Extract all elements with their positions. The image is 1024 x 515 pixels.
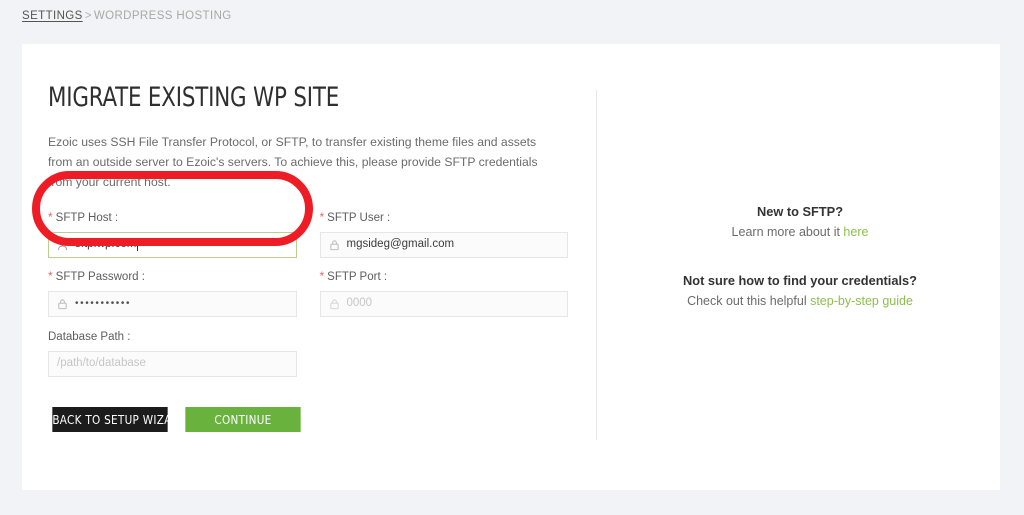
page-title: MIGRATE EXISTING WP SITE bbox=[48, 82, 340, 113]
sftp-port-input[interactable]: 0000 bbox=[319, 291, 568, 317]
breadcrumb-link-settings[interactable]: SETTINGS bbox=[22, 10, 83, 22]
field-spacer bbox=[320, 331, 569, 377]
help-title-new-to-sftp: New to SFTP? bbox=[756, 204, 844, 219]
page-description: Ezoic uses SSH File Transfer Protocol, o… bbox=[48, 135, 538, 189]
database-path-input[interactable]: /path/to/database bbox=[48, 351, 297, 377]
help-text-prefix: Check out this helpful bbox=[687, 294, 811, 308]
field-sftp-password: * SFTP Password : ••••••••••• bbox=[48, 269, 297, 317]
help-block-new-to-sftp: New to SFTP? Learn more about it here bbox=[622, 204, 978, 239]
required-asterisk-icon: * bbox=[319, 269, 325, 283]
field-sftp-port: * SFTP Port : 0000 bbox=[319, 269, 569, 317]
form-row: * SFTP Password : ••••••••••• * SFTP Port … bbox=[48, 269, 568, 317]
lock-icon bbox=[329, 299, 339, 310]
step-by-step-guide-link[interactable]: step-by-step guide bbox=[810, 294, 913, 308]
text-cursor bbox=[137, 239, 139, 251]
learn-more-here-link[interactable]: here bbox=[843, 225, 868, 239]
sftp-password-value: ••••••••••• bbox=[75, 298, 132, 309]
field-sftp-user: * SFTP User : mgsideg@gmail.com bbox=[319, 210, 569, 258]
sftp-port-label: * SFTP Port : bbox=[320, 269, 569, 283]
sftp-password-label: * SFTP Password : bbox=[48, 269, 297, 283]
sftp-user-label: * SFTP User : bbox=[320, 210, 569, 224]
sftp-password-label-text: SFTP Password : bbox=[55, 271, 145, 283]
breadcrumb: SETTINGS > WORDPRESS HOSTING bbox=[22, 10, 232, 22]
form-row: *SFTP Host : sftp.wp.com *SFTP User : bbox=[48, 210, 568, 258]
back-to-setup-wizard-button[interactable]: BACK TO SETUP WIZARD bbox=[52, 407, 187, 432]
sftp-host-label: * SFTP Host : bbox=[48, 210, 297, 224]
sftp-user-label-text: SFTP User : bbox=[327, 212, 391, 224]
content-card: MIGRATE EXISTING WP SITE Ezoic uses SSH … bbox=[22, 44, 1000, 490]
sftp-port-placeholder: 0000 bbox=[346, 297, 373, 310]
form-row: Database Path : /path/to/database bbox=[48, 331, 568, 377]
help-text-new-to-sftp: Learn more about it here bbox=[622, 225, 978, 239]
form-actions: BACK TO SETUP WIZARD CONTINUE bbox=[48, 407, 568, 432]
breadcrumb-current-wordpress-hosting: WORDPRESS HOSTING bbox=[93, 10, 232, 22]
sftp-user-value: mgsideg@gmail.com bbox=[346, 238, 455, 251]
user-icon bbox=[58, 239, 67, 251]
database-path-label: Database Path : bbox=[48, 331, 131, 343]
breadcrumb-separator: > bbox=[84, 10, 92, 22]
sftp-password-input[interactable]: ••••••••••• bbox=[48, 291, 297, 317]
help-block-find-credentials: Not sure how to find your credentials? C… bbox=[622, 273, 978, 308]
help-pane: New to SFTP? Learn more about it here No… bbox=[622, 204, 978, 308]
field-database-path: Database Path : /path/to/database bbox=[48, 331, 297, 377]
sftp-port-label-text: SFTP Port : bbox=[327, 271, 388, 283]
help-title-find-credentials: Not sure how to find your credentials? bbox=[683, 273, 917, 288]
vertical-divider bbox=[596, 90, 597, 440]
help-text-prefix: Learn more about it bbox=[731, 225, 844, 239]
sftp-credentials-form: *SFTP Host : sftp.wp.com *SFTP User : bbox=[48, 210, 568, 432]
help-text-find-credentials: Check out this helpful step-by-step guid… bbox=[622, 294, 978, 308]
sftp-user-input[interactable]: mgsideg@gmail.com bbox=[319, 232, 568, 258]
continue-button[interactable]: CONTINUE bbox=[185, 407, 301, 432]
sftp-host-label-text: SFTP Host : bbox=[55, 212, 119, 224]
required-asterisk-icon: * bbox=[319, 210, 325, 224]
sftp-host-value: sftp.wp.com bbox=[75, 238, 137, 251]
sftp-host-input[interactable]: sftp.wp.com bbox=[48, 232, 297, 258]
field-sftp-host: * SFTP Host : sftp.wp.com bbox=[48, 210, 297, 258]
lock-icon bbox=[58, 299, 67, 310]
migration-form-pane: MIGRATE EXISTING WP SITE Ezoic uses SSH … bbox=[48, 82, 568, 432]
lock-icon bbox=[329, 240, 339, 251]
required-asterisk-icon: * bbox=[48, 269, 53, 283]
database-path-placeholder: /path/to/database bbox=[57, 357, 146, 370]
required-asterisk-icon: * bbox=[48, 210, 53, 224]
